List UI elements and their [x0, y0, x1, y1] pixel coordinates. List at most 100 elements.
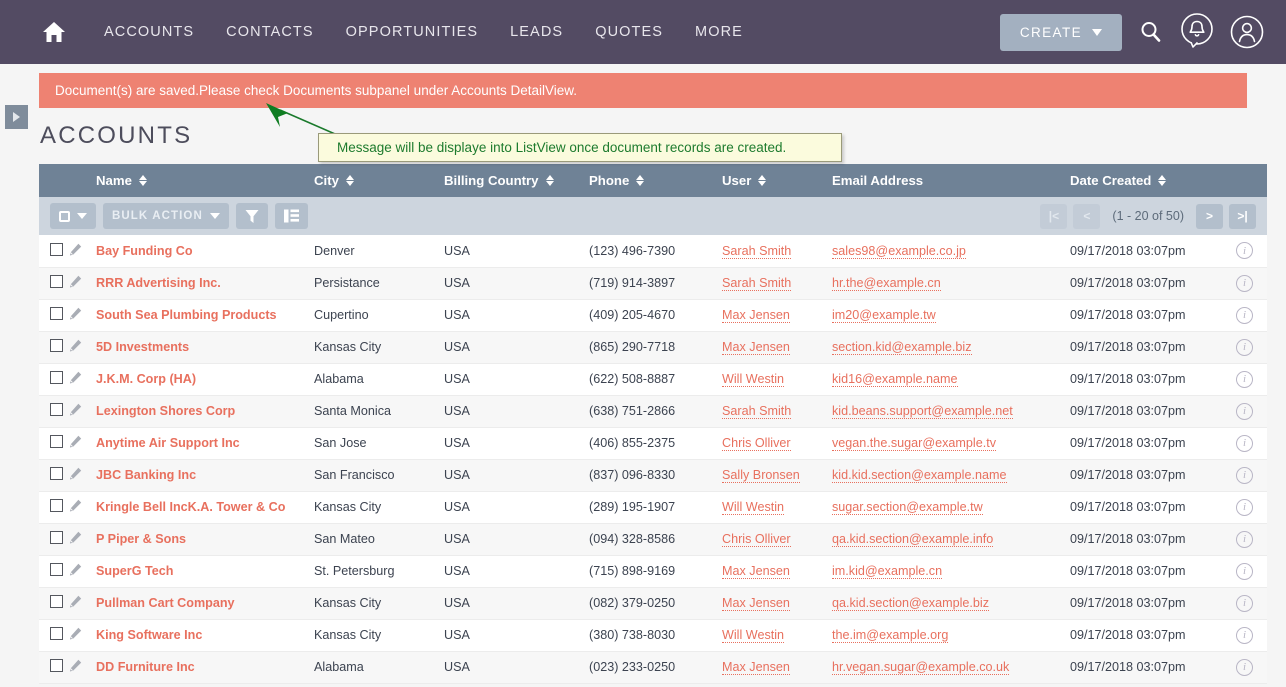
- nav-link-more[interactable]: MORE: [679, 24, 759, 40]
- nav-link-leads[interactable]: LEADS: [494, 24, 579, 40]
- row-checkbox[interactable]: [50, 242, 63, 256]
- email-link[interactable]: section.kid@example.biz: [832, 340, 972, 355]
- edit-pencil-icon[interactable]: [69, 307, 82, 320]
- row-checkbox[interactable]: [50, 627, 63, 640]
- user-profile-icon[interactable]: [1230, 15, 1264, 49]
- email-link[interactable]: kid.kid.section@example.name: [832, 468, 1007, 483]
- edit-pencil-icon[interactable]: [69, 563, 82, 576]
- user-link[interactable]: Will Westin: [722, 628, 785, 643]
- edit-pencil-icon[interactable]: [69, 627, 82, 640]
- row-checkbox[interactable]: [50, 435, 63, 448]
- column-header-billing-country[interactable]: Billing Country: [444, 164, 589, 197]
- pagination-prev-button[interactable]: <: [1073, 203, 1101, 229]
- account-name-link[interactable]: P Piper & Sons: [96, 532, 186, 546]
- user-link[interactable]: Max Jensen: [722, 340, 790, 355]
- account-name-link[interactable]: Pullman Cart Company: [96, 596, 235, 610]
- email-link[interactable]: kid.beans.support@example.net: [832, 404, 1013, 419]
- row-checkbox[interactable]: [50, 371, 63, 384]
- edit-pencil-icon[interactable]: [69, 243, 82, 256]
- account-name-link[interactable]: JBC Banking Inc: [96, 468, 196, 482]
- info-icon[interactable]: i: [1236, 626, 1253, 644]
- account-name-link[interactable]: South Sea Plumbing Products: [96, 308, 277, 322]
- sort-arrows-icon[interactable]: [1158, 175, 1167, 186]
- account-name-link[interactable]: 5D Investments: [96, 340, 189, 354]
- email-link[interactable]: the.im@example.org: [832, 628, 949, 643]
- row-checkbox[interactable]: [50, 595, 63, 608]
- account-name-link[interactable]: J.K.M. Corp (HA): [96, 372, 196, 386]
- expand-sidebar-icon[interactable]: [5, 105, 28, 129]
- user-link[interactable]: Will Westin: [722, 372, 785, 387]
- nav-link-accounts[interactable]: ACCOUNTS: [88, 24, 210, 40]
- account-name-link[interactable]: Anytime Air Support Inc: [96, 436, 240, 450]
- edit-pencil-icon[interactable]: [69, 467, 82, 480]
- nav-link-quotes[interactable]: QUOTES: [579, 24, 679, 40]
- info-icon[interactable]: i: [1236, 242, 1253, 260]
- pagination-first-button[interactable]: |<: [1040, 203, 1068, 229]
- edit-pencil-icon[interactable]: [69, 499, 82, 512]
- account-name-link[interactable]: DD Furniture Inc: [96, 660, 195, 674]
- email-link[interactable]: im.kid@example.cn: [832, 564, 943, 579]
- sort-arrows-icon[interactable]: [345, 175, 354, 186]
- email-link[interactable]: sales98@example.co.jp: [832, 243, 966, 259]
- info-icon[interactable]: i: [1236, 562, 1253, 580]
- row-checkbox[interactable]: [50, 531, 63, 544]
- account-name-link[interactable]: King Software Inc: [96, 628, 202, 642]
- row-checkbox[interactable]: [50, 307, 63, 320]
- user-link[interactable]: Sally Bronsen: [722, 468, 800, 483]
- column-header-date-created[interactable]: Date Created: [1070, 164, 1222, 197]
- column-header-user[interactable]: User: [722, 164, 832, 197]
- email-link[interactable]: kid16@example.name: [832, 372, 958, 387]
- row-checkbox[interactable]: [50, 499, 63, 512]
- column-header-city[interactable]: City: [314, 164, 444, 197]
- user-link[interactable]: Max Jensen: [722, 564, 790, 579]
- edit-pencil-icon[interactable]: [69, 531, 82, 544]
- edit-pencil-icon[interactable]: [69, 659, 82, 672]
- edit-pencil-icon[interactable]: [69, 275, 82, 288]
- row-checkbox[interactable]: [50, 403, 63, 416]
- user-link[interactable]: Chris Olliver: [722, 532, 791, 547]
- row-checkbox[interactable]: [50, 275, 63, 288]
- sort-arrows-icon[interactable]: [545, 175, 554, 186]
- info-icon[interactable]: i: [1236, 338, 1253, 356]
- email-link[interactable]: qa.kid.section@example.info: [832, 532, 994, 547]
- info-icon[interactable]: i: [1236, 402, 1253, 420]
- account-name-link[interactable]: Kringle Bell IncK.A. Tower & Co: [96, 500, 285, 514]
- create-button[interactable]: CREATE: [999, 13, 1122, 51]
- edit-pencil-icon[interactable]: [69, 595, 82, 608]
- user-link[interactable]: Max Jensen: [722, 660, 790, 675]
- info-icon[interactable]: i: [1236, 594, 1253, 612]
- row-checkbox[interactable]: [50, 659, 63, 672]
- column-header-name[interactable]: Name: [96, 164, 314, 197]
- pagination-last-button[interactable]: >|: [1229, 203, 1256, 229]
- info-icon[interactable]: i: [1236, 466, 1253, 484]
- user-link[interactable]: Sarah Smith: [722, 404, 792, 419]
- account-name-link[interactable]: RRR Advertising Inc.: [96, 276, 221, 290]
- filter-button[interactable]: [235, 203, 268, 229]
- search-icon[interactable]: [1138, 19, 1164, 45]
- info-icon[interactable]: i: [1236, 434, 1253, 452]
- account-name-link[interactable]: Lexington Shores Corp: [96, 404, 235, 418]
- edit-pencil-icon[interactable]: [69, 339, 82, 352]
- account-name-link[interactable]: SuperG Tech: [96, 564, 173, 578]
- email-link[interactable]: qa.kid.section@example.biz: [832, 596, 989, 611]
- sort-arrows-icon[interactable]: [758, 175, 767, 186]
- nav-link-contacts[interactable]: CONTACTS: [210, 24, 329, 40]
- account-name-link[interactable]: Bay Funding Co: [96, 244, 193, 258]
- sort-arrows-icon[interactable]: [138, 175, 147, 186]
- home-icon[interactable]: [42, 21, 66, 43]
- pagination-next-button[interactable]: >: [1196, 203, 1223, 229]
- select-all-dropdown-button[interactable]: [50, 203, 96, 229]
- row-checkbox[interactable]: [50, 563, 63, 576]
- info-icon[interactable]: i: [1236, 370, 1253, 388]
- nav-link-opportunities[interactable]: OPPORTUNITIES: [330, 24, 494, 40]
- notification-bell-icon[interactable]: [1180, 13, 1214, 51]
- edit-pencil-icon[interactable]: [69, 371, 82, 384]
- info-icon[interactable]: i: [1236, 658, 1253, 676]
- user-link[interactable]: Sarah Smith: [722, 276, 792, 291]
- info-icon[interactable]: i: [1236, 498, 1253, 516]
- info-icon[interactable]: i: [1236, 306, 1253, 324]
- edit-pencil-icon[interactable]: [69, 435, 82, 448]
- email-link[interactable]: hr.the@example.cn: [832, 276, 941, 291]
- row-checkbox[interactable]: [50, 467, 63, 480]
- user-link[interactable]: Will Westin: [722, 500, 785, 515]
